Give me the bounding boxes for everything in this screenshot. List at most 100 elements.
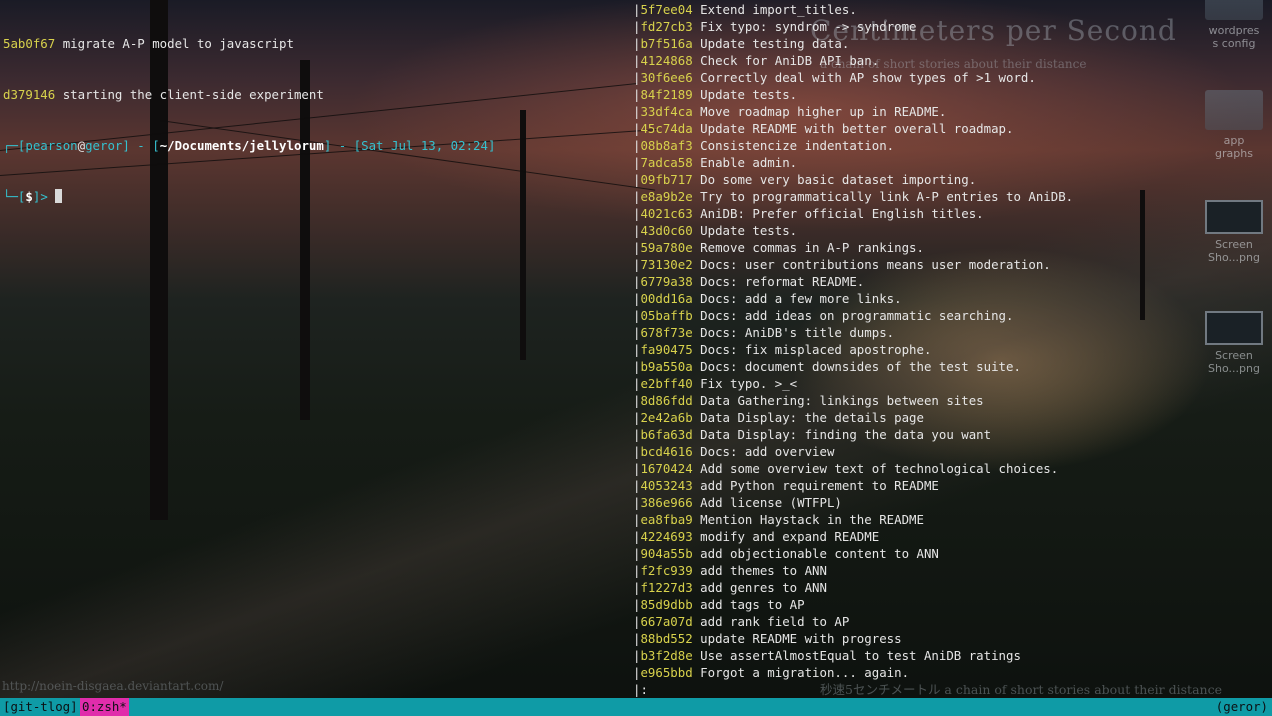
commit-line: |386e966 Add license (WTFPL) bbox=[633, 494, 1272, 511]
terminal-right-pane[interactable]: |5f7ee04 Extend import_titles. |fd27cb3 F… bbox=[633, 1, 1272, 698]
commit-hash: 5ab0f67 bbox=[3, 36, 56, 51]
commit-message: Update tests. bbox=[700, 87, 798, 102]
tmux-status-bar: [git-tlog] 0:zsh* (geror) bbox=[0, 698, 1272, 716]
commit-hash: b9a550a bbox=[640, 359, 693, 374]
commit-line: |bcd4616 Docs: add overview bbox=[633, 443, 1272, 460]
commit-hash: 84f2189 bbox=[640, 87, 693, 102]
commit-message: Consistencize indentation. bbox=[700, 138, 895, 153]
commit-message: Data Gathering: linkings between sites bbox=[700, 393, 984, 408]
tmux-active-window[interactable]: 0:zsh* bbox=[80, 698, 129, 716]
commit-line: |b7f516a Update testing data. bbox=[633, 35, 1272, 52]
prompt-user: pearson bbox=[25, 138, 78, 153]
commit-hash: 73130e2 bbox=[640, 257, 693, 272]
commit-line: |b6fa63d Data Display: finding the data … bbox=[633, 426, 1272, 443]
commit-line: |88bd552 update README with progress bbox=[633, 630, 1272, 647]
commit-line: |e965bbd Forgot a migration... again. bbox=[633, 664, 1272, 681]
commit-message: Forgot a migration... again. bbox=[700, 665, 910, 680]
commit-line: |2e42a6b Data Display: the details page bbox=[633, 409, 1272, 426]
wallpaper-credit: http://noein-disgaea.deviantart.com/ bbox=[2, 679, 224, 693]
commit-hash: b7f516a bbox=[640, 36, 693, 51]
commit-hash: 05baffb bbox=[640, 308, 693, 323]
commit-hash: e8a9b2e bbox=[640, 189, 693, 204]
commit-message: Move roadmap higher up in README. bbox=[700, 104, 947, 119]
commit-message: Fix typo. >_< bbox=[700, 376, 798, 391]
commit-hash: 5f7ee04 bbox=[640, 2, 693, 17]
commit-message: Data Display: the details page bbox=[700, 410, 924, 425]
commit-line: |09fb717 Do some very basic dataset impo… bbox=[633, 171, 1272, 188]
commit-message: migrate A-P model to javascript bbox=[62, 36, 294, 51]
log-line: 5ab0f67 migrate A-P model to javascript bbox=[3, 35, 623, 52]
commit-hash: 85d9dbb bbox=[640, 597, 693, 612]
commit-message: Try to programmatically link A-P entries… bbox=[700, 189, 1074, 204]
commit-line: |ea8fba9 Mention Haystack in the README bbox=[633, 511, 1272, 528]
commit-message: Add some overview text of technological … bbox=[700, 461, 1059, 476]
shell-input-line[interactable]: └─[$]> bbox=[3, 188, 623, 205]
tmux-session-name[interactable]: [git-tlog] bbox=[3, 698, 78, 716]
commit-hash: 386e966 bbox=[640, 495, 693, 510]
terminal-left-pane[interactable]: 5ab0f67 migrate A-P model to javascript … bbox=[3, 1, 623, 222]
commit-message: Use assertAlmostEqual to test AniDB rati… bbox=[700, 648, 1021, 663]
commit-message: Enable admin. bbox=[700, 155, 798, 170]
commit-line: |b3f2d8e Use assertAlmostEqual to test A… bbox=[633, 647, 1272, 664]
prompt-bracket: └─[ bbox=[3, 189, 26, 204]
commit-message: add Python requirement to README bbox=[700, 478, 939, 493]
commit-message: Docs: reformat README. bbox=[700, 274, 865, 289]
shell-prompt-line: ┌─[pearson@geror] - [~/Documents/jellylo… bbox=[3, 137, 623, 154]
prompt-at: @ bbox=[77, 138, 86, 153]
prompt-symbol: $ bbox=[25, 189, 33, 204]
commit-hash: 4224693 bbox=[640, 529, 693, 544]
commit-hash: 6779a38 bbox=[640, 274, 693, 289]
commit-message: Docs: add ideas on programmatic searchin… bbox=[700, 308, 1014, 323]
commit-message: Docs: fix misplaced apostrophe. bbox=[700, 342, 932, 357]
commit-hash: 678f73e bbox=[640, 325, 693, 340]
commit-hash: 09fb717 bbox=[640, 172, 693, 187]
commit-line: |85d9dbb add tags to AP bbox=[633, 596, 1272, 613]
commit-line: |b9a550a Docs: document downsides of the… bbox=[633, 358, 1272, 375]
commit-message: Docs: add overview bbox=[700, 444, 835, 459]
commit-line: |678f73e Docs: AniDB's title dumps. bbox=[633, 324, 1272, 341]
commit-hash: 43d0c60 bbox=[640, 223, 693, 238]
commit-message: Docs: AniDB's title dumps. bbox=[700, 325, 895, 340]
commit-line: |667a07d add rank field to AP bbox=[633, 613, 1272, 630]
commit-hash: 88bd552 bbox=[640, 631, 693, 646]
commit-hash: f1227d3 bbox=[640, 580, 693, 595]
commit-message: Docs: user contributions means user mode… bbox=[700, 257, 1051, 272]
text-cursor bbox=[55, 189, 63, 203]
prompt-end: ]> bbox=[32, 189, 48, 204]
commit-line: |f2fc939 add themes to ANN bbox=[633, 562, 1272, 579]
commit-line: |08b8af3 Consistencize indentation. bbox=[633, 137, 1272, 154]
commit-message: Update README with better overall roadma… bbox=[700, 121, 1014, 136]
commit-hash: 59a780e bbox=[640, 240, 693, 255]
commit-line: |5f7ee04 Extend import_titles. bbox=[633, 1, 1272, 18]
commit-message: AniDB: Prefer official English titles. bbox=[700, 206, 984, 221]
commit-message: Check for AniDB API ban. bbox=[700, 53, 880, 68]
commit-hash: fd27cb3 bbox=[640, 19, 693, 34]
commit-hash: e965bbd bbox=[640, 665, 693, 680]
commit-hash: b3f2d8e bbox=[640, 648, 693, 663]
commit-line: |30f6ee6 Correctly deal with AP show typ… bbox=[633, 69, 1272, 86]
commit-message: Do some very basic dataset importing. bbox=[700, 172, 977, 187]
commit-message: Docs: add a few more links. bbox=[700, 291, 902, 306]
commit-message: Mention Haystack in the README bbox=[700, 512, 924, 527]
commit-message: Fix typo: syndrom -> syndrome bbox=[700, 19, 917, 34]
pager-prompt: : bbox=[640, 682, 648, 697]
commit-line: |e8a9b2e Try to programmatically link A-… bbox=[633, 188, 1272, 205]
commit-line: |fd27cb3 Fix typo: syndrom -> syndrome bbox=[633, 18, 1272, 35]
commit-line: |f1227d3 add genres to ANN bbox=[633, 579, 1272, 596]
commit-hash: 7adca58 bbox=[640, 155, 693, 170]
commit-message: update README with progress bbox=[700, 631, 902, 646]
commit-line: |fa90475 Docs: fix misplaced apostrophe. bbox=[633, 341, 1272, 358]
commit-line: |59a780e Remove commas in A-P rankings. bbox=[633, 239, 1272, 256]
prompt-separator: ] - [ bbox=[122, 138, 160, 153]
commit-hash: 4053243 bbox=[640, 478, 693, 493]
commit-hash: 08b8af3 bbox=[640, 138, 693, 153]
commit-hash: f2fc939 bbox=[640, 563, 693, 578]
commit-message: add rank field to AP bbox=[700, 614, 850, 629]
commit-line: |4053243 add Python requirement to READM… bbox=[633, 477, 1272, 494]
commit-hash: 4124868 bbox=[640, 53, 693, 68]
commit-message: Docs: document downsides of the test sui… bbox=[700, 359, 1021, 374]
prompt-datetime: Sat Jul 13, 02:24 bbox=[361, 138, 488, 153]
pager-prompt-line[interactable]: |: bbox=[633, 681, 1272, 698]
prompt-separator: ] - [ bbox=[323, 138, 362, 153]
commit-hash: 00dd16a bbox=[640, 291, 693, 306]
